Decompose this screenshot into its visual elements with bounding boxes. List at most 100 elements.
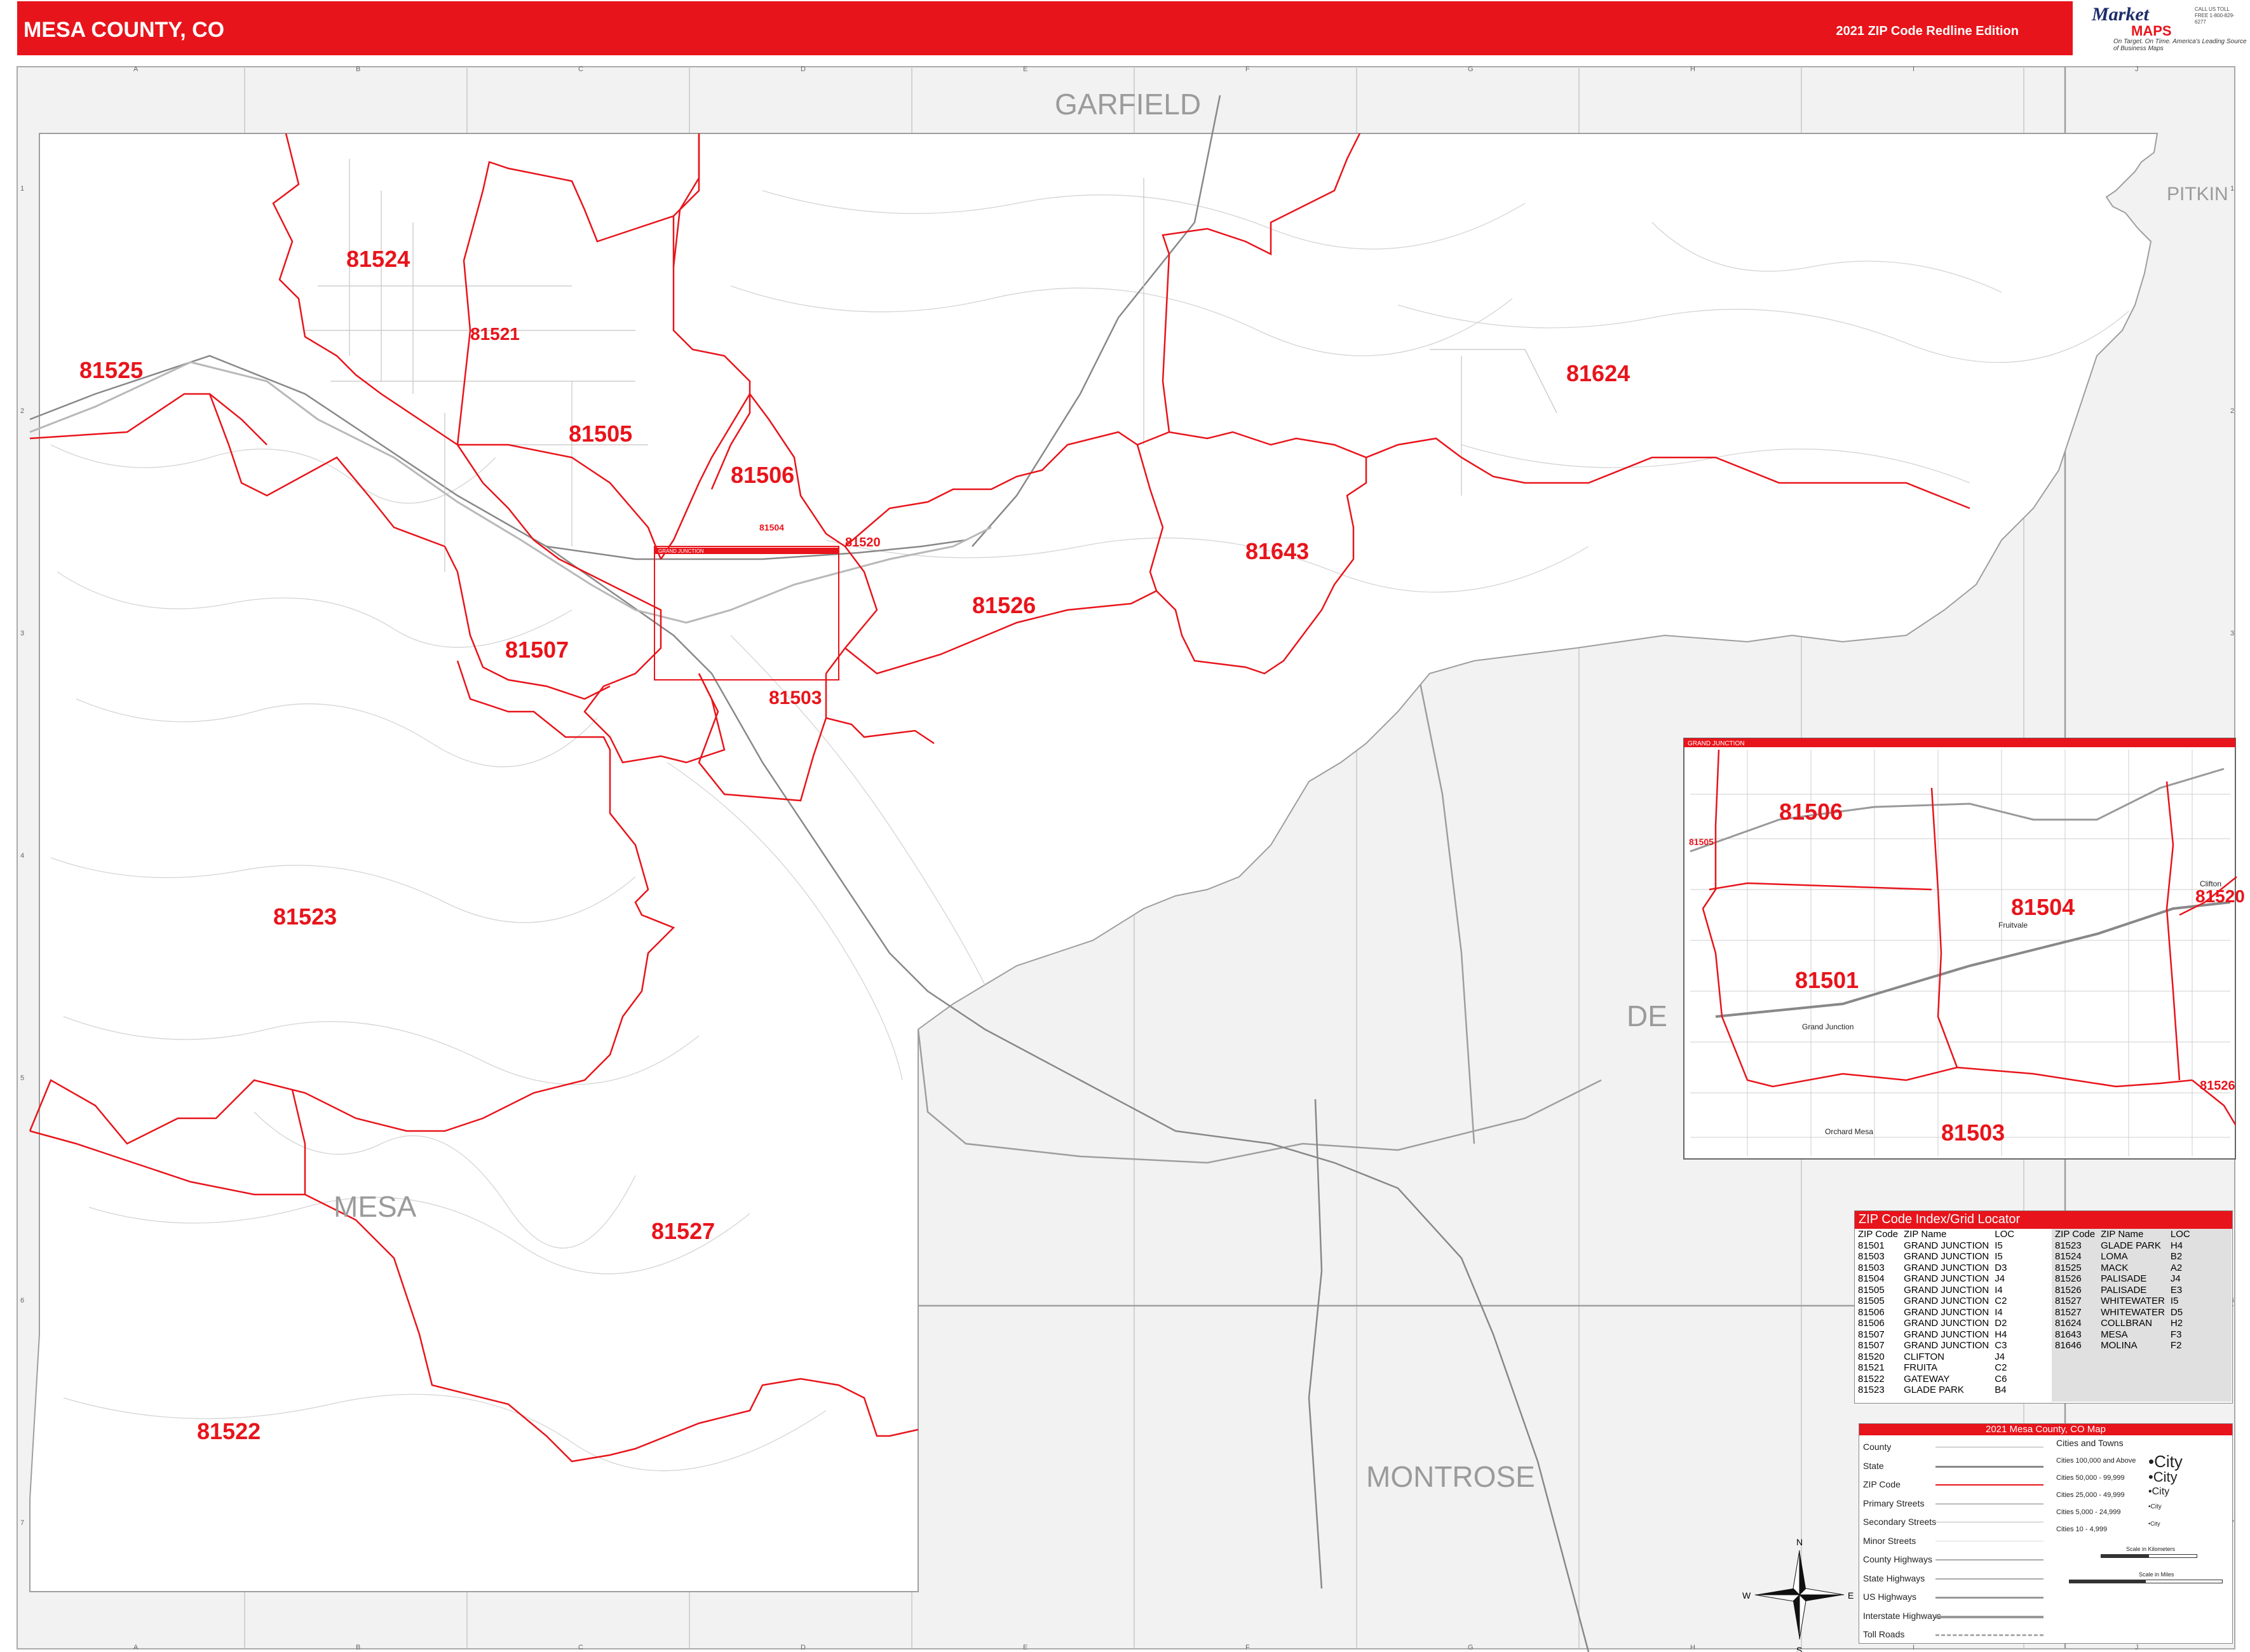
legend-line-label: ZIP Code — [1863, 1479, 1901, 1489]
compass-n: N — [1796, 1537, 1803, 1547]
zip-index-cell: WHITEWATER — [2101, 1306, 2165, 1318]
zip-index-cell: 81507 — [1858, 1340, 1885, 1351]
zip-label-81507: 81507 — [505, 637, 569, 663]
legend-scale-km-bar — [2101, 1554, 2197, 1558]
grid-col-label-J-top: J — [2135, 65, 2139, 73]
zip-label-81505: 81505 — [569, 421, 632, 447]
compass-e: E — [1848, 1590, 1854, 1601]
legend-line-label: Primary Streets — [1863, 1498, 1925, 1508]
legend-cities-title: Cities and Towns — [2056, 1438, 2124, 1448]
zip-index-cell: 81520 — [1858, 1351, 1885, 1362]
legend-line-label: County Highways — [1863, 1554, 1932, 1564]
zip-index-cell: MOLINA — [2101, 1340, 2138, 1351]
zip-index-right: ZIP Code ZIP Name LOC 81523 GLADE PARK H4 8152… — [2053, 1229, 2194, 1351]
zip-index-cell: GLADE PARK — [1904, 1385, 1964, 1395]
zip-index-cell: CLIFTON — [1904, 1351, 1944, 1362]
zip-index-cell: GRAND JUNCTION — [1904, 1284, 1989, 1296]
zip-index-cell: GRAND JUNCTION — [1904, 1306, 1989, 1318]
legend-city-range: Cities 100,000 and Above — [2056, 1457, 2136, 1465]
grid-col-label-F-bottom: F — [1245, 1644, 1250, 1651]
grid-row-label-2-right: 2 — [2230, 407, 2234, 415]
inset-zip-81526: 81526 — [2200, 1079, 2235, 1093]
legend-line-label: Toll Roads — [1863, 1629, 1905, 1639]
zip-index-cell: 81503 — [1858, 1251, 1885, 1262]
zip-index-cell: F3 — [2170, 1329, 2182, 1340]
zip-index-row: 81527 WHITEWATER I5 — [2053, 1296, 2194, 1307]
zip-index-header-row: ZIP Code ZIP Name LOC — [1856, 1229, 2018, 1240]
zip-index-cell: 81526 — [2055, 1273, 2082, 1284]
zip-index-cell: B2 — [2170, 1251, 2183, 1262]
zip-index-cell: GLADE PARK — [2101, 1240, 2161, 1251]
legend-city-range: Cities 50,000 - 99,999 — [2056, 1474, 2125, 1482]
zip-index-cell: I5 — [1995, 1240, 2003, 1251]
legend-line-label: State — [1863, 1460, 1884, 1471]
zip-label-81526: 81526 — [972, 592, 1036, 618]
zip-index-row: 81505 GRAND JUNCTION I4 — [1856, 1285, 2018, 1296]
zip-index-panel: ZIP Code Index/Grid Locator ZIP Code ZIP … — [1854, 1210, 2233, 1404]
zip-index-cell: GRAND JUNCTION — [1904, 1318, 1989, 1329]
zip-label-81624: 81624 — [1566, 360, 1630, 386]
zip-index-header-cell: ZIP Code — [1858, 1229, 1899, 1240]
zip-index-cell: F2 — [2170, 1340, 2182, 1351]
zip-index-header-cell: LOC — [2170, 1229, 2190, 1240]
zip-index-cell: 81524 — [2055, 1251, 2082, 1262]
zip-label-81503: 81503 — [769, 687, 822, 708]
grid-col-label-G-top: G — [1468, 65, 1474, 73]
zip-index-cell: 81505 — [1858, 1284, 1885, 1296]
zip-index-cell: 81527 — [2055, 1306, 2082, 1318]
zip-index-cell: 81527 — [2055, 1296, 2082, 1306]
grid-row-label-2-left: 2 — [20, 407, 24, 415]
legend-line-swatch — [1935, 1634, 2043, 1636]
inset-map: GRAND JUNCTION 81506 81505 81504 81520 8… — [1683, 738, 2245, 1160]
zip-index-cell: 81506 — [1858, 1318, 1885, 1329]
zip-index-cell: C3 — [1995, 1340, 2007, 1351]
zip-index-cell: 81522 — [1858, 1373, 1885, 1385]
zip-index-cell: D2 — [1995, 1318, 2007, 1329]
legend-line-label: Minor Streets — [1863, 1535, 1916, 1546]
zip-index-row: 81507 GRAND JUNCTION C3 — [1856, 1340, 2018, 1351]
zip-index-cell: H4 — [2170, 1240, 2183, 1251]
county-label-mesa: MESA — [334, 1190, 417, 1223]
zip-index-cell: GRAND JUNCTION — [1904, 1273, 1989, 1284]
zip-index-cell: D3 — [1995, 1262, 2007, 1273]
grid-col-label-C-top: C — [578, 65, 583, 73]
legend-city-range: Cities 10 - 4,999 — [2056, 1526, 2108, 1533]
grid-col-label-H-bottom: H — [1690, 1644, 1695, 1651]
zip-index-cell: B4 — [1995, 1385, 2007, 1395]
zip-index-left: ZIP Code ZIP Name LOC 81501 GRAND JUNCTION I5… — [1856, 1229, 2018, 1396]
grid-col-label-E-top: E — [1023, 65, 1027, 73]
legend-line-swatch — [1935, 1484, 2043, 1486]
legend-line-label: County — [1863, 1442, 1892, 1452]
grid-col-label-I-top: I — [1913, 65, 1915, 73]
zip-index-cell: I5 — [1995, 1251, 2003, 1262]
zip-index-cell: GRAND JUNCTION — [1904, 1296, 1989, 1306]
zip-index-row: 81524 LOMA B2 — [2053, 1251, 2194, 1263]
zip-index-cell: J4 — [1995, 1351, 2005, 1362]
zip-index-cell: COLLBRAN — [2101, 1318, 2152, 1329]
zip-index-row: 81506 GRAND JUNCTION I4 — [1856, 1307, 2018, 1318]
legend-scale-mi-bar — [2069, 1580, 2223, 1583]
zip-label-81523: 81523 — [273, 904, 337, 930]
grid-row-label-3-right: 3 — [2230, 630, 2234, 637]
zip-index-cell: 81504 — [1858, 1273, 1885, 1284]
grid-row-label-7-left: 7 — [20, 1519, 24, 1527]
zip-label-81525: 81525 — [79, 357, 143, 383]
zip-index-cell: 81501 — [1858, 1240, 1885, 1251]
zip-index-cell: MESA — [2101, 1329, 2128, 1340]
zip-index-cell: H2 — [2170, 1318, 2183, 1329]
zip-index-row: 81507 GRAND JUNCTION H4 — [1856, 1329, 2018, 1341]
grid-col-label-A-top: A — [133, 65, 139, 73]
legend-line-label: Secondary Streets — [1863, 1517, 1937, 1527]
zip-index-row: 81501 GRAND JUNCTION I5 — [1856, 1240, 2018, 1252]
legend-line-swatch — [1935, 1597, 2043, 1599]
legend-line-label: US Highways — [1863, 1592, 1917, 1602]
zip-index-row: 81520 CLIFTON J4 — [1856, 1351, 2018, 1363]
inset-city-clifton: Clifton — [2200, 879, 2221, 888]
inset-city-fruitvale: Fruitvale — [1998, 921, 2028, 930]
inset-zip-81506: 81506 — [1779, 799, 1843, 825]
zip-index-cell: H4 — [1995, 1329, 2007, 1340]
zip-index-header-cell: ZIP Code — [2055, 1229, 2096, 1240]
grid-col-label-B-top: B — [356, 65, 360, 73]
zip-index-row: 81523 GLADE PARK B4 — [1856, 1385, 2018, 1396]
grid-row-label-1-left: 1 — [20, 185, 24, 193]
